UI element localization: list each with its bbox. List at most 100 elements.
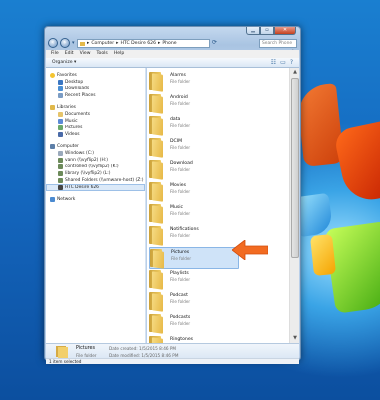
folder-icon (149, 292, 163, 311)
folder-icon (56, 346, 68, 358)
nav-item-documents[interactable]: Documents (46, 111, 145, 118)
folder-movies[interactable]: Movies File folder (149, 181, 239, 203)
nav-item-desktop[interactable]: Desktop (46, 79, 145, 86)
folder-icon (149, 116, 163, 135)
recent-pages-icon[interactable]: ▾ (72, 40, 75, 46)
drive-icon (58, 150, 63, 156)
folder-podcasts[interactable]: Podcasts File folder (149, 313, 239, 335)
network-icon (50, 196, 55, 202)
breadcrumb-htc[interactable]: HTC Desire 626 (120, 41, 156, 46)
nav-item-drive-k[interactable]: controlled (\\vyflip2) (K:) (46, 164, 145, 171)
folder-android[interactable]: Android File folder (149, 93, 239, 115)
details-pane: Pictures File folder Date created: 1/5/2… (46, 343, 299, 358)
downloads-icon (58, 86, 63, 92)
details-date-created: Date created: 1/5/2015 8:46 PM (109, 346, 177, 351)
nav-item-drive-c[interactable]: Windows (C:) (46, 150, 145, 157)
folder-ringtones[interactable]: RingtonesFile folder (149, 335, 239, 343)
windows-logo-red (332, 120, 380, 205)
menu-tools[interactable]: Tools (97, 50, 108, 58)
details-name: Pictures (76, 346, 95, 351)
folder-data[interactable]: data File folder (149, 115, 239, 137)
forward-button[interactable]: › (60, 38, 70, 48)
scrollbar-thumb[interactable] (291, 78, 299, 258)
nav-computer[interactable]: Computer (46, 143, 145, 150)
nav-item-htc-desire[interactable]: HTC Desire 626 (46, 183, 145, 191)
nav-item-drive-z[interactable]: Shared Folders (\\vmware-host) (Z:) (46, 177, 145, 184)
folder-icon (149, 226, 163, 245)
nav-item-videos[interactable]: Videos (46, 131, 145, 138)
computer-icon (50, 144, 55, 150)
folder-icon (149, 270, 163, 289)
nav-item-downloads[interactable]: Downloads (46, 86, 145, 93)
explorer-window: ▁ ▫ ✕ ‹ › ▾ ▸ Computer ▸ HTC Desire 626 … (44, 26, 301, 364)
folder-icon (149, 94, 163, 113)
star-icon (50, 72, 55, 78)
nav-favorites[interactable]: Favorites (46, 72, 145, 79)
folder-podcast[interactable]: Podcast File folder (149, 291, 239, 313)
organize-button[interactable]: Organize ▾ (52, 60, 76, 65)
caption-buttons: ▁ ▫ ✕ (246, 27, 296, 35)
nav-item-music[interactable]: Music (46, 118, 145, 125)
help-icon[interactable]: ? (290, 59, 293, 66)
view-options-icon[interactable]: ☷ (271, 59, 276, 66)
maximize-button[interactable]: ▫ (260, 27, 274, 35)
windows-logo-yellow (309, 233, 337, 277)
breadcrumb-phone[interactable]: Phone (162, 41, 176, 46)
search-input[interactable]: Search Phone ⌕ (259, 39, 297, 54)
nav-network[interactable]: Network (46, 196, 145, 203)
pictures-icon (58, 125, 63, 131)
nav-libraries[interactable]: Libraries (46, 104, 145, 111)
menu-edit[interactable]: Edit (65, 50, 74, 58)
folder-icon (150, 249, 164, 268)
menu-file[interactable]: File (51, 50, 59, 58)
videos-icon (58, 132, 63, 138)
scroll-up-icon[interactable]: ▲ (291, 69, 299, 76)
folder-icon (80, 41, 85, 46)
folder-playlists[interactable]: Playlists File folder (149, 269, 239, 291)
menu-view[interactable]: View (80, 50, 91, 58)
navigation-pane: Favorites Desktop Downloads Recent Place… (46, 68, 146, 343)
nav-item-drive-l[interactable]: library (\\vyflip2) (L:) (46, 170, 145, 177)
close-button[interactable]: ✕ (274, 27, 296, 35)
nav-item-recent-places[interactable]: Recent Places (46, 92, 145, 99)
refresh-icon[interactable]: ⟳ (212, 39, 220, 48)
folder-dcim[interactable]: DCIM File folder (149, 137, 239, 159)
network-drive-icon (58, 157, 63, 163)
folder-icon (149, 336, 163, 343)
folder-icon (149, 138, 163, 157)
menu-help[interactable]: Help (114, 50, 124, 58)
breadcrumb-computer[interactable]: Computer (91, 41, 114, 46)
nav-buttons: ‹ › ▾ (48, 38, 75, 48)
recent-places-icon (58, 93, 63, 99)
scroll-down-icon[interactable]: ▼ (291, 335, 299, 342)
network-drive-icon (58, 178, 63, 184)
folder-icon (149, 72, 163, 91)
documents-icon (58, 111, 63, 117)
folder-music[interactable]: Music File folder (149, 203, 239, 225)
nav-item-pictures[interactable]: Pictures (46, 125, 145, 132)
network-drive-icon (58, 164, 63, 170)
command-bar: Organize ▾ ☷ ▭ ? (46, 58, 299, 68)
desktop-icon (58, 79, 63, 85)
folder-pictures[interactable]: Pictures File folder (149, 247, 239, 269)
folder-icon (149, 314, 163, 333)
libraries-icon (50, 105, 55, 111)
minimize-button[interactable]: ▁ (246, 27, 260, 35)
folder-notifications[interactable]: Notifications File folder (149, 225, 239, 247)
nav-item-drive-h[interactable]: vann (\\vyflip2) (H:) (46, 157, 145, 164)
folder-icon (149, 160, 163, 179)
vertical-scrollbar[interactable]: ▲ ▼ (289, 68, 299, 343)
file-list: Alarms File folder Android File folder dat… (147, 68, 289, 343)
music-icon (58, 118, 63, 124)
status-bar: 1 item selected (46, 358, 299, 364)
folder-alarms[interactable]: Alarms File folder (149, 71, 239, 93)
folder-download[interactable]: Download File folder (149, 159, 239, 181)
folder-icon (149, 204, 163, 223)
arrow-pointer-icon (232, 240, 268, 260)
back-button[interactable]: ‹ (48, 38, 58, 48)
address-bar[interactable]: ▸ Computer ▸ HTC Desire 626 ▸ Phone (77, 39, 210, 48)
network-drive-icon (58, 171, 63, 177)
folder-icon (149, 182, 163, 201)
phone-icon (58, 184, 63, 190)
preview-pane-icon[interactable]: ▭ (280, 59, 286, 66)
